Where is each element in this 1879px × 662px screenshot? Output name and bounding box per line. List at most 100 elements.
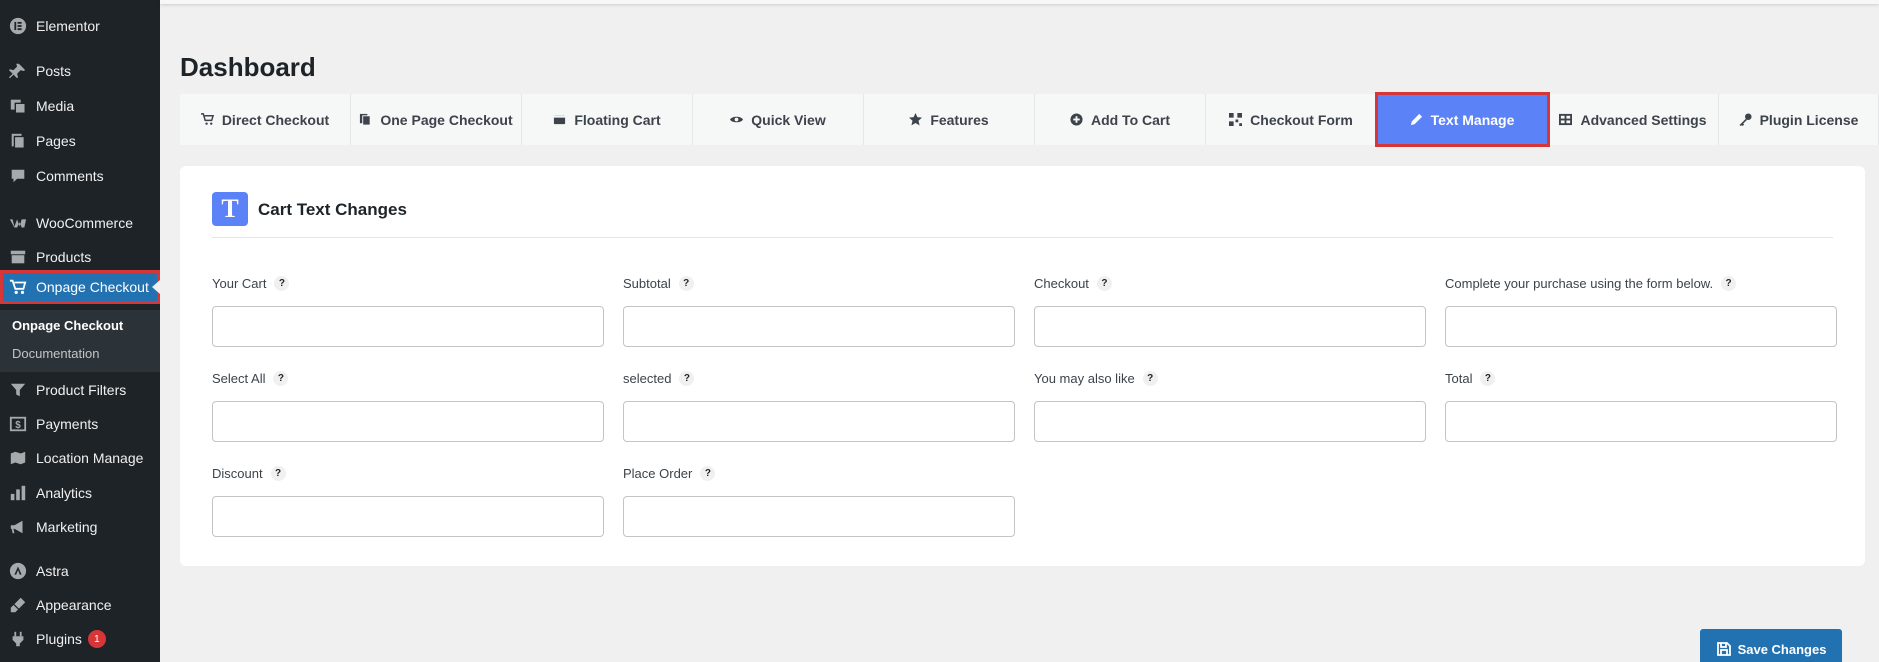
field-label: You may also like [1034, 370, 1135, 386]
sidebar-item-label: Astra [36, 563, 69, 579]
field-discount: Discount? [212, 464, 604, 537]
you-may-also-like-input[interactable] [1034, 401, 1426, 442]
help-icon[interactable]: ? [679, 370, 695, 386]
sidebar-item-posts[interactable]: Posts [0, 54, 160, 88]
field-label: Place Order [623, 465, 693, 481]
pencil-icon [1410, 113, 1422, 126]
save-changes-button[interactable]: Save Changes [1700, 629, 1842, 662]
field-you-may-also-like: You may also like? [1034, 369, 1426, 442]
tab-text-manage[interactable]: Text Manage [1375, 92, 1550, 147]
field-label: Subtotal [623, 275, 671, 291]
sidebar-item-location-manage[interactable]: Location Manage [0, 441, 160, 475]
subtotal-input[interactable] [623, 306, 1015, 347]
submenu-item-onpage-checkout[interactable]: Onpage Checkout [12, 318, 123, 333]
help-icon[interactable]: ? [678, 275, 694, 291]
sidebar-item-appearance[interactable]: Appearance [0, 588, 160, 622]
sidebar-item-product-filters[interactable]: Product Filters [0, 373, 160, 407]
selected-input[interactable] [623, 401, 1015, 442]
sidebar-item-payments[interactable]: $ Payments [0, 407, 160, 441]
sidebar-item-astra[interactable]: Astra [0, 554, 160, 588]
star-icon [909, 113, 923, 126]
tab-label: Advanced Settings [1580, 111, 1707, 128]
elementor-icon [8, 16, 28, 36]
sidebar-item-analytics[interactable]: Analytics [0, 476, 160, 510]
key-icon [1739, 113, 1752, 126]
settings-tabs: Direct Checkout One Page Checkout Floati… [180, 92, 1879, 147]
select-all-input[interactable] [212, 401, 604, 442]
help-icon[interactable]: ? [270, 465, 286, 481]
tab-floating-cart[interactable]: Floating Cart [522, 94, 693, 145]
tab-label: Floating Cart [574, 111, 661, 128]
pin-icon [8, 61, 28, 81]
sidebar-item-elementor[interactable]: Elementor [0, 9, 160, 43]
comment-icon [8, 166, 28, 186]
submenu-item-documentation[interactable]: Documentation [12, 346, 99, 361]
tab-features[interactable]: Features [864, 94, 1035, 145]
your-cart-input[interactable] [212, 306, 604, 347]
tab-quick-view[interactable]: Quick View [693, 94, 864, 145]
field-total: Total? [1445, 369, 1837, 442]
sidebar-item-label: Product Filters [36, 382, 127, 398]
help-icon[interactable]: ? [273, 370, 289, 386]
page-title: Dashboard [180, 52, 316, 82]
discount-input[interactable] [212, 496, 604, 537]
field-label: selected [623, 370, 672, 386]
help-icon[interactable]: ? [1142, 370, 1158, 386]
filter-icon [8, 380, 28, 400]
sidebar-item-onpage-checkout[interactable]: Onpage Checkout [0, 270, 160, 304]
plus-circle-icon [1070, 113, 1083, 126]
archive-icon [8, 247, 28, 267]
woocommerce-icon [8, 213, 28, 233]
text-icon: T [212, 192, 248, 226]
checkout-input[interactable] [1034, 306, 1426, 347]
chart-bar-icon [8, 483, 28, 503]
plugins-update-badge: 1 [87, 630, 106, 648]
wallet-icon [554, 115, 566, 125]
help-icon[interactable]: ? [1480, 370, 1496, 386]
tab-label: Quick View [751, 111, 826, 128]
field-label: Complete your purchase using the form be… [1445, 275, 1714, 291]
cart-icon [8, 277, 28, 297]
save-icon [1716, 642, 1731, 656]
complete-purchase-input[interactable] [1445, 306, 1837, 347]
table-icon [1559, 113, 1573, 126]
sidebar-item-label: Products [36, 249, 92, 265]
sidebar-item-woocommerce[interactable]: WooCommerce [0, 206, 160, 240]
help-icon[interactable]: ? [1721, 275, 1737, 291]
tab-label: Features [930, 111, 989, 128]
sidebar-item-label: Media [36, 98, 75, 114]
sidebar-item-label: Plugins [36, 631, 82, 647]
help-icon[interactable]: ? [1096, 275, 1112, 291]
tab-one-page-checkout[interactable]: One Page Checkout [351, 94, 522, 145]
megaphone-icon [8, 517, 28, 537]
help-icon[interactable]: ? [700, 465, 716, 481]
field-label: Total [1445, 370, 1473, 386]
sidebar-item-label: WooCommerce [36, 215, 133, 231]
astra-icon [8, 561, 28, 581]
sidebar-item-pages[interactable]: Pages [0, 124, 160, 158]
tab-label: Add To Cart [1090, 111, 1171, 128]
tab-advanced-settings[interactable]: Advanced Settings [1548, 94, 1719, 145]
copy-icon [360, 113, 371, 126]
tab-checkout-form[interactable]: Checkout Form [1206, 94, 1377, 145]
total-input[interactable] [1445, 401, 1837, 442]
sidebar-item-plugins[interactable]: Plugins 1 [0, 622, 160, 656]
tab-plugin-license[interactable]: Plugin License [1719, 94, 1879, 145]
dollar-icon: $ [8, 414, 28, 434]
cart-text-changes-card: T Cart Text Changes Your Cart? Subtotal?… [180, 166, 1865, 566]
sidebar-item-products[interactable]: Products [0, 240, 160, 274]
help-icon[interactable]: ? [274, 275, 290, 291]
sidebar-item-label: Analytics [36, 485, 93, 501]
field-label: Your Cart [212, 275, 267, 291]
tab-direct-checkout[interactable]: Direct Checkout [180, 94, 351, 145]
tab-add-to-cart[interactable]: Add To Cart [1035, 94, 1206, 145]
field-label: Select All [212, 370, 266, 386]
sidebar-item-media[interactable]: Media [0, 89, 160, 123]
sidebar-item-marketing[interactable]: Marketing [0, 510, 160, 544]
media-icon [8, 96, 28, 116]
place-order-input[interactable] [623, 496, 1015, 537]
sidebar-item-label: Elementor [36, 18, 100, 34]
qr-icon [1229, 113, 1243, 126]
tab-label: Direct Checkout [221, 111, 330, 128]
sidebar-item-comments[interactable]: Comments [0, 159, 160, 193]
